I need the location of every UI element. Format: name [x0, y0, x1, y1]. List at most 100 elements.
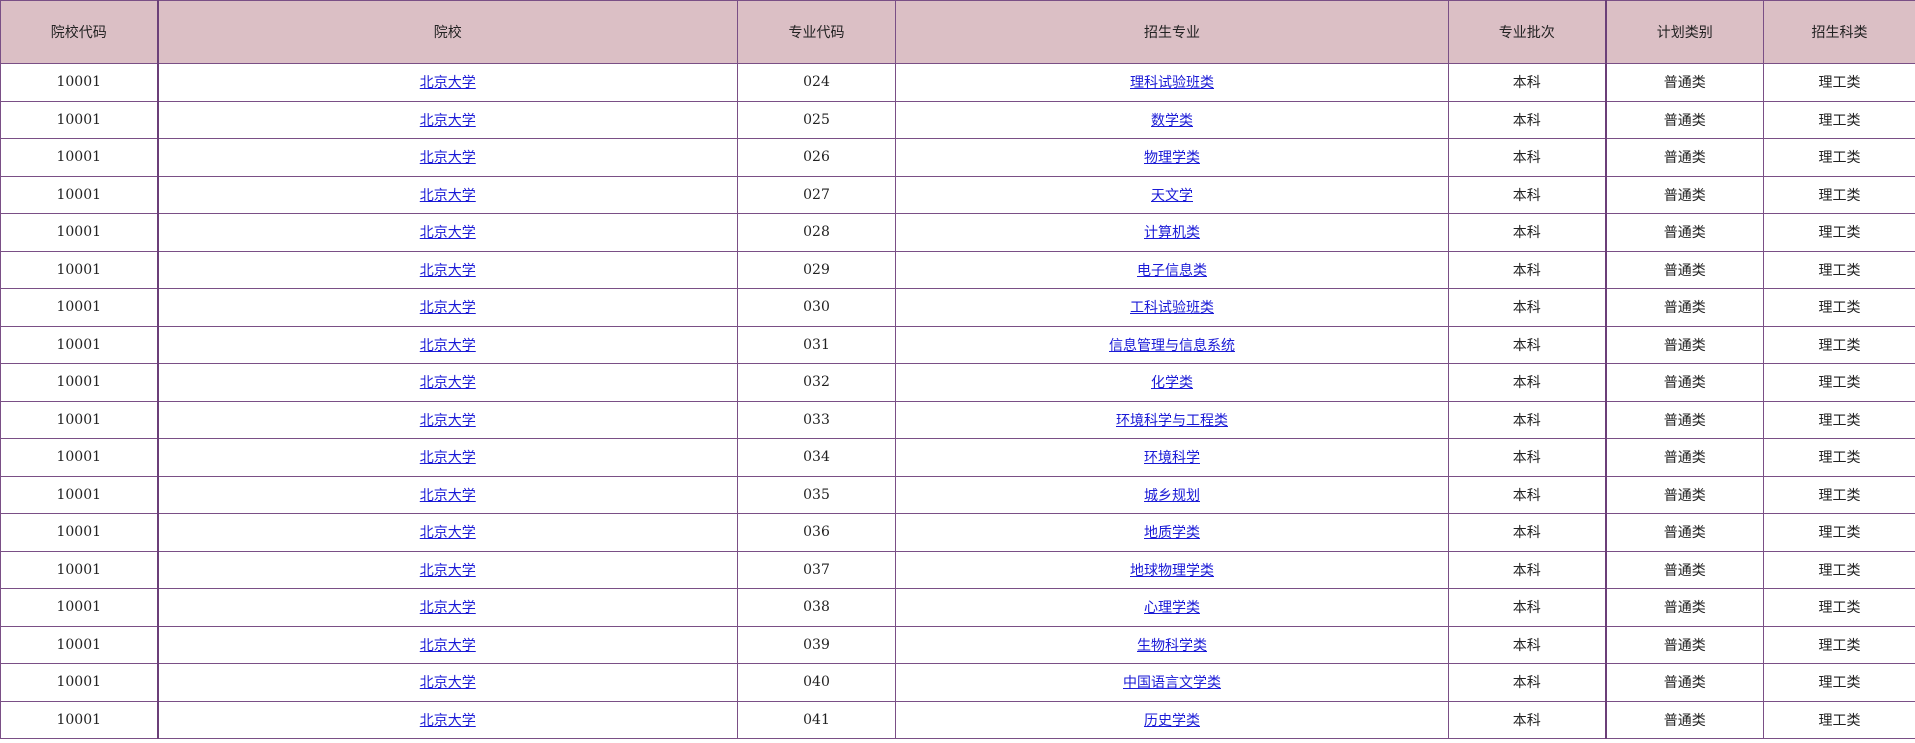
major-cell: 环境科学 [895, 438, 1449, 477]
school-link[interactable]: 北京大学 [420, 488, 476, 504]
subject-category-cell: 理工类 [1763, 250, 1915, 289]
plan-type-cell: 普通类 [1604, 625, 1764, 664]
plan-type-cell: 普通类 [1604, 475, 1764, 514]
school-link[interactable]: 北京大学 [420, 450, 476, 466]
major-link[interactable]: 天文学 [1151, 188, 1193, 204]
subject-category-cell: 理工类 [1763, 550, 1915, 589]
school-cell: 北京大学 [156, 625, 738, 664]
school-link[interactable]: 北京大学 [420, 675, 476, 691]
school-link[interactable]: 北京大学 [420, 600, 476, 616]
subject-category-cell: 理工类 [1763, 438, 1915, 477]
major-cell: 化学类 [895, 363, 1449, 402]
school-link[interactable]: 北京大学 [420, 75, 476, 91]
major-cell: 城乡规划 [895, 475, 1449, 514]
school-link[interactable]: 北京大学 [420, 263, 476, 279]
header-plan-type: 计划类别 [1604, 0, 1764, 64]
school-code-cell: 10001 [0, 175, 158, 214]
major-link[interactable]: 心理学类 [1144, 600, 1200, 616]
school-cell: 北京大学 [156, 550, 738, 589]
school-code-cell: 10001 [0, 700, 158, 739]
plan-type-cell: 普通类 [1604, 363, 1764, 402]
plan-type-cell: 普通类 [1604, 250, 1764, 289]
school-cell: 北京大学 [156, 100, 738, 139]
plan-type-cell: 普通类 [1604, 138, 1764, 177]
school-code-cell: 10001 [0, 63, 158, 102]
plan-type-cell: 普通类 [1604, 63, 1764, 102]
school-cell: 北京大学 [156, 513, 738, 552]
school-cell: 北京大学 [156, 588, 738, 627]
school-cell: 北京大学 [156, 700, 738, 739]
school-link[interactable]: 北京大学 [420, 713, 476, 729]
subject-category-cell: 理工类 [1763, 663, 1915, 702]
table-row: 10001 北京大学 032 化学类 本科 普通类 理工类 [0, 363, 1915, 402]
major-cell: 历史学类 [895, 700, 1449, 739]
major-code-cell: 029 [737, 250, 896, 289]
school-cell: 北京大学 [156, 63, 738, 102]
major-link[interactable]: 计算机类 [1144, 225, 1200, 241]
major-code-cell: 037 [737, 550, 896, 589]
school-cell: 北京大学 [156, 475, 738, 514]
plan-type-cell: 普通类 [1604, 513, 1764, 552]
major-link[interactable]: 地球物理学类 [1130, 563, 1214, 579]
table-row: 10001 北京大学 024 理科试验班类 本科 普通类 理工类 [0, 63, 1915, 102]
plan-type-cell: 普通类 [1604, 400, 1764, 439]
school-link[interactable]: 北京大学 [420, 638, 476, 654]
major-link[interactable]: 工科试验班类 [1130, 300, 1214, 316]
school-cell: 北京大学 [156, 138, 738, 177]
batch-cell: 本科 [1448, 438, 1606, 477]
major-code-cell: 026 [737, 138, 896, 177]
batch-cell: 本科 [1448, 700, 1606, 739]
major-link[interactable]: 地质学类 [1144, 525, 1200, 541]
major-code-cell: 025 [737, 100, 896, 139]
subject-category-cell: 理工类 [1763, 363, 1915, 402]
school-link[interactable]: 北京大学 [420, 338, 476, 354]
subject-category-cell: 理工类 [1763, 100, 1915, 139]
school-link[interactable]: 北京大学 [420, 188, 476, 204]
school-code-cell: 10001 [0, 475, 158, 514]
school-link[interactable]: 北京大学 [420, 525, 476, 541]
major-code-cell: 038 [737, 588, 896, 627]
subject-category-cell: 理工类 [1763, 175, 1915, 214]
school-link[interactable]: 北京大学 [420, 300, 476, 316]
table-row: 10001 北京大学 029 电子信息类 本科 普通类 理工类 [0, 250, 1915, 289]
plan-type-cell: 普通类 [1604, 175, 1764, 214]
major-link[interactable]: 城乡规划 [1144, 488, 1200, 504]
major-link[interactable]: 化学类 [1151, 375, 1193, 391]
major-link[interactable]: 环境科学与工程类 [1116, 413, 1228, 429]
major-cell: 地球物理学类 [895, 550, 1449, 589]
major-cell: 电子信息类 [895, 250, 1449, 289]
subject-category-cell: 理工类 [1763, 138, 1915, 177]
plan-type-cell: 普通类 [1604, 213, 1764, 252]
batch-cell: 本科 [1448, 213, 1606, 252]
major-link[interactable]: 信息管理与信息系统 [1109, 338, 1235, 354]
major-link[interactable]: 理科试验班类 [1130, 75, 1214, 91]
school-code-cell: 10001 [0, 550, 158, 589]
school-code-cell: 10001 [0, 363, 158, 402]
major-link[interactable]: 数学类 [1151, 113, 1193, 129]
school-link[interactable]: 北京大学 [420, 225, 476, 241]
school-link[interactable]: 北京大学 [420, 375, 476, 391]
major-cell: 生物科学类 [895, 625, 1449, 664]
header-school-code: 院校代码 [0, 0, 158, 64]
table-row: 10001 北京大学 027 天文学 本科 普通类 理工类 [0, 175, 1915, 214]
table-row: 10001 北京大学 028 计算机类 本科 普通类 理工类 [0, 213, 1915, 252]
subject-category-cell: 理工类 [1763, 700, 1915, 739]
major-code-cell: 034 [737, 438, 896, 477]
school-link[interactable]: 北京大学 [420, 413, 476, 429]
batch-cell: 本科 [1448, 250, 1606, 289]
major-link[interactable]: 物理学类 [1144, 150, 1200, 166]
school-link[interactable]: 北京大学 [420, 113, 476, 129]
major-link[interactable]: 生物科学类 [1137, 638, 1207, 654]
table-row: 10001 北京大学 025 数学类 本科 普通类 理工类 [0, 100, 1915, 139]
major-link[interactable]: 历史学类 [1144, 713, 1200, 729]
major-cell: 地质学类 [895, 513, 1449, 552]
major-link[interactable]: 电子信息类 [1137, 263, 1207, 279]
table-row: 10001 北京大学 036 地质学类 本科 普通类 理工类 [0, 513, 1915, 552]
major-cell: 天文学 [895, 175, 1449, 214]
major-link[interactable]: 中国语言文学类 [1123, 675, 1221, 691]
table-row: 10001 北京大学 035 城乡规划 本科 普通类 理工类 [0, 475, 1915, 514]
major-link[interactable]: 环境科学 [1144, 450, 1200, 466]
school-link[interactable]: 北京大学 [420, 563, 476, 579]
school-link[interactable]: 北京大学 [420, 150, 476, 166]
batch-cell: 本科 [1448, 63, 1606, 102]
